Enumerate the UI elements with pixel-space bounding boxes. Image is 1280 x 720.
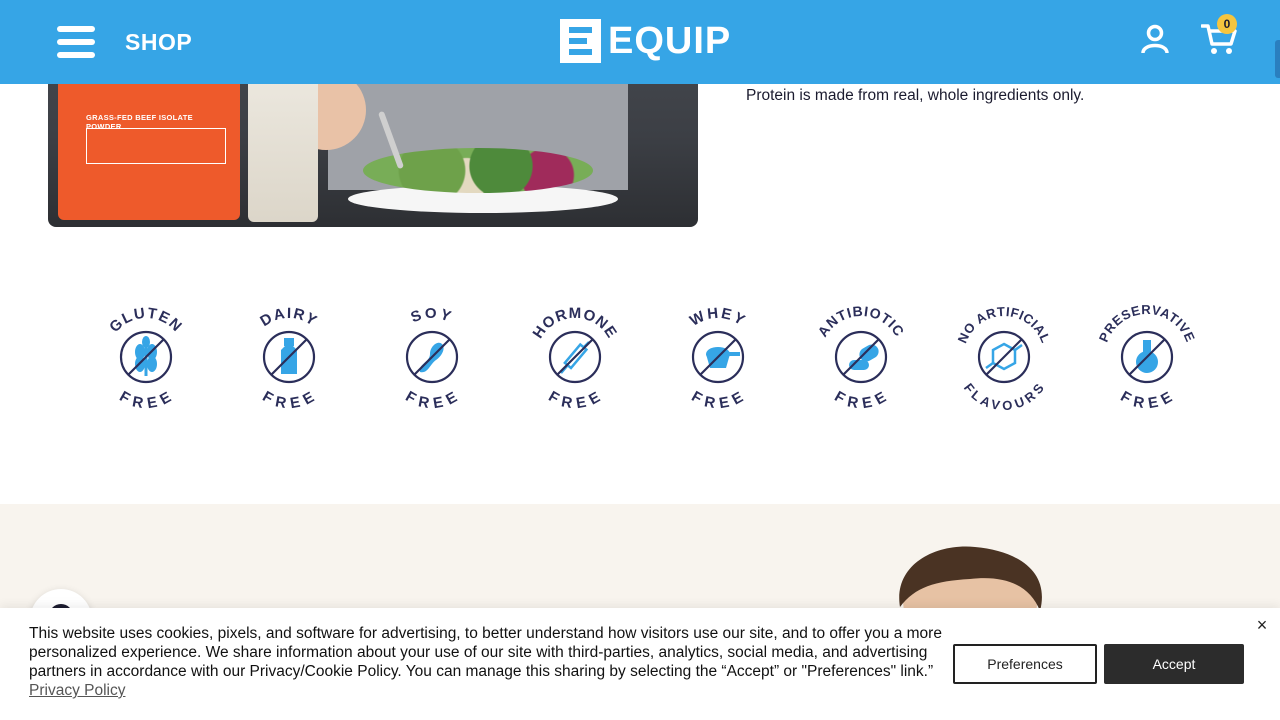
badge-bottom-label: FREE (689, 388, 746, 412)
preferences-button[interactable]: Preferences (953, 644, 1097, 684)
badge-top-label: WHEY (687, 305, 747, 330)
svg-text:ANTIBIOTIC: ANTIBIOTIC (814, 303, 908, 340)
badge-bottom-label: FREE (1118, 388, 1175, 412)
cookie-banner: This website uses cookies, pixels, and s… (0, 608, 1280, 720)
badge-top-label: SOY (409, 305, 453, 326)
badge-top-label: ANTIBIOTIC (814, 303, 907, 340)
svg-text:FREE: FREE (832, 388, 891, 412)
shop-link[interactable]: SHOP (125, 29, 192, 56)
privacy-policy-link[interactable]: Privacy Policy (29, 682, 125, 699)
pill-icon (849, 344, 879, 370)
svg-text:DAIRY: DAIRY (257, 305, 320, 330)
badge-top-label: HORMONE (530, 305, 620, 342)
logo-text: EQUIP (608, 20, 732, 62)
svg-text:FREE: FREE (117, 388, 176, 412)
svg-text:FLAVOURS: FLAVOURS (961, 380, 1047, 413)
badge-hormone-free: HORMONE FREE (527, 300, 623, 416)
badge-dairy-free: DAIRY FREE (241, 300, 337, 416)
badge-antibiotic-free: ANTIBIOTIC FREE (813, 300, 909, 416)
pouch-icon-grid (86, 128, 226, 164)
page: GRASS-FED BEEF ISOLATE POWDER Protein is… (0, 0, 1280, 720)
logo-mark-icon (560, 19, 601, 63)
svg-text:FREE: FREE (546, 388, 605, 412)
badge-bottom-label: FREE (403, 388, 460, 412)
svg-text:FREE: FREE (260, 388, 319, 412)
side-tab[interactable] (1275, 40, 1280, 78)
badge-bottom-label: FLAVOURS (961, 380, 1047, 413)
free-from-badges: GLUTEN FREE DAIRY FREE SOY FREE HORMONE … (98, 300, 1198, 420)
badge-bottom-label: FREE (832, 388, 889, 412)
svg-text:PRESERVATIVE: PRESERVATIVE (1099, 302, 1195, 344)
intro-text: Protein is made from real, whole ingredi… (746, 87, 1085, 104)
badge-preservative-free: PRESERVATIVE FREE (1096, 300, 1198, 416)
user-icon[interactable] (1141, 24, 1169, 54)
svg-text:FREE: FREE (403, 388, 462, 412)
badge-soy-free: SOY FREE (384, 300, 480, 416)
cart-count-badge: 0 (1217, 14, 1237, 34)
badge-top-label: PRESERVATIVE (1096, 302, 1198, 344)
svg-text:SOY: SOY (409, 305, 456, 326)
svg-text:FREE: FREE (689, 388, 748, 412)
equip-logo[interactable]: EQUIP (560, 19, 731, 63)
accept-button[interactable]: Accept (1104, 644, 1244, 684)
badge-top-label: NO ARTIFICIAL (955, 304, 1053, 345)
svg-text:HORMONE: HORMONE (530, 305, 621, 342)
svg-text:WHEY: WHEY (687, 305, 749, 330)
badge-bottom-label: FREE (260, 388, 317, 412)
badge-top-label: DAIRY (257, 305, 319, 330)
hamburger-menu-icon[interactable] (57, 24, 95, 58)
badge-gluten-free: GLUTEN FREE (98, 300, 194, 416)
cookie-message: This website uses cookies, pixels, and s… (29, 625, 942, 680)
svg-text:FREE: FREE (1118, 388, 1177, 412)
badge-no-artificial-flavours: NO ARTIFICIAL FLAVOURS (955, 300, 1053, 416)
close-icon[interactable]: × (1253, 616, 1271, 634)
badge-whey-free: WHEY FREE (670, 300, 766, 416)
cookie-text: This website uses cookies, pixels, and s… (29, 624, 949, 700)
badge-bottom-label: FREE (117, 388, 174, 412)
badge-bottom-label: FREE (546, 388, 603, 412)
svg-text:NO ARTIFICIAL: NO ARTIFICIAL (956, 304, 1052, 345)
site-header: SHOP EQUIP 0 (0, 0, 1280, 84)
